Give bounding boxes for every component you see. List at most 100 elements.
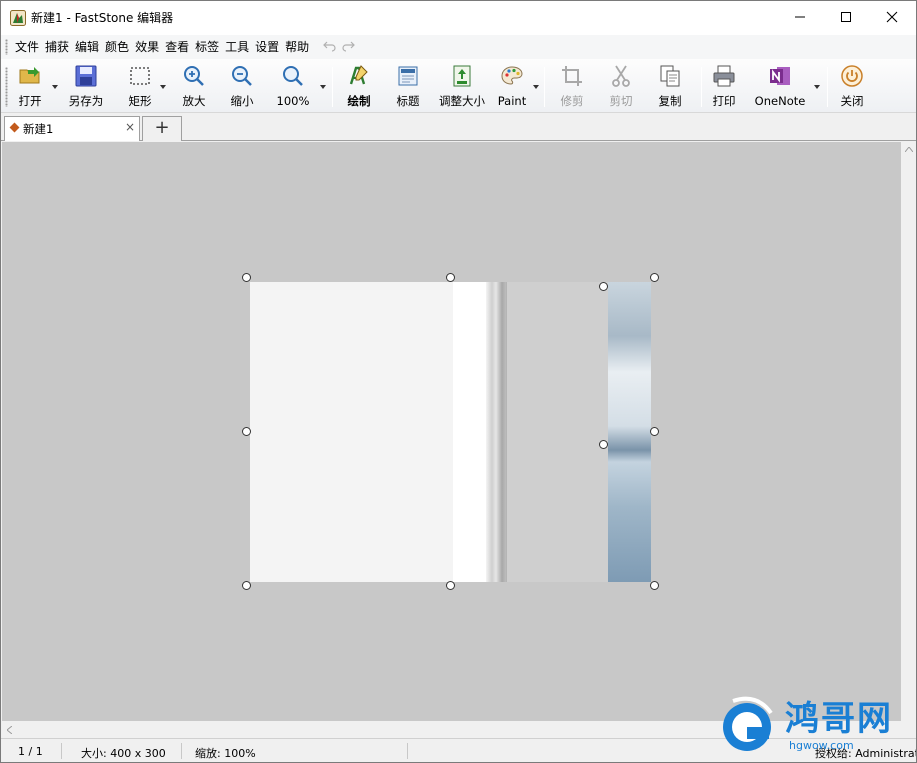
- cut-label: 剪切: [609, 94, 633, 108]
- resize-handle-top[interactable]: [446, 273, 455, 282]
- resize-handle-right[interactable]: [650, 427, 659, 436]
- resize-button[interactable]: 调整大小: [437, 62, 487, 110]
- menu-view[interactable]: 查看: [162, 37, 192, 57]
- paint-palette-icon: [501, 66, 523, 85]
- close-button[interactable]: [869, 1, 915, 33]
- close-tool-label: 关闭: [840, 94, 864, 108]
- menu-edit[interactable]: 编辑: [72, 37, 102, 57]
- resize-handle-bottom-left[interactable]: [242, 581, 251, 590]
- rectangle-select-button[interactable]: 矩形: [123, 62, 157, 110]
- redo-button[interactable]: [340, 37, 358, 57]
- open-button[interactable]: 打开: [13, 62, 47, 110]
- caption-label: 标题: [396, 94, 420, 108]
- paint-button[interactable]: Paint: [495, 62, 529, 110]
- dropdown-arrow-icon: [320, 85, 326, 89]
- tab-bar: 新建1 × +: [1, 113, 916, 141]
- zoom-dropdown[interactable]: [319, 83, 327, 91]
- toolbar-grip: [5, 67, 8, 107]
- resize-handle-top-right[interactable]: [650, 273, 659, 282]
- menu-tools[interactable]: 工具: [222, 37, 252, 57]
- resize-handle-bottom-right[interactable]: [650, 581, 659, 590]
- onenote-button[interactable]: OneNote: [753, 62, 807, 110]
- chevron-left-icon: [7, 725, 12, 734]
- menu-effects[interactable]: 效果: [132, 37, 162, 57]
- print-button[interactable]: 打印: [707, 62, 741, 110]
- copy-icon: [660, 65, 680, 87]
- crop-button[interactable]: 修剪: [555, 62, 589, 110]
- crop-label: 修剪: [560, 94, 584, 108]
- resize-icon: [453, 65, 471, 87]
- magnifier-icon: [283, 66, 303, 86]
- open-folder-icon: [19, 67, 40, 84]
- undo-button[interactable]: [320, 37, 338, 57]
- rectangle-dropdown[interactable]: [159, 83, 167, 91]
- copy-button[interactable]: 复制: [653, 62, 687, 110]
- zoom-in-button[interactable]: 放大: [177, 62, 211, 110]
- maximize-button[interactable]: [823, 1, 869, 33]
- paint-dropdown[interactable]: [532, 83, 540, 91]
- zoom-in-label: 放大: [182, 94, 206, 108]
- resize-handle-top-left[interactable]: [242, 273, 251, 282]
- undo-icon: [323, 41, 336, 52]
- menu-settings[interactable]: 设置: [252, 37, 282, 57]
- tab-close-button[interactable]: ×: [124, 120, 136, 134]
- tab-marker-icon: [9, 122, 20, 133]
- draw-pen-icon: [349, 65, 368, 85]
- image-sea-strip: [608, 282, 651, 582]
- menu-capture[interactable]: 捕获: [42, 37, 72, 57]
- rectangle-select-icon: [130, 67, 150, 85]
- cut-button[interactable]: 剪切: [604, 62, 638, 110]
- draw-label: 绘制: [347, 94, 371, 108]
- watermark-text: 鸿哥网: [785, 699, 893, 739]
- object-handle-middle[interactable]: [599, 440, 608, 449]
- caption-button[interactable]: 标题: [391, 62, 425, 110]
- menu-help[interactable]: 帮助: [282, 37, 312, 57]
- scissors-icon: [612, 65, 630, 87]
- dropdown-arrow-icon: [814, 85, 820, 89]
- onenote-dropdown[interactable]: [813, 83, 821, 91]
- status-separator: [407, 743, 408, 759]
- object-handle-top[interactable]: [599, 282, 608, 291]
- minimize-icon: [795, 16, 805, 18]
- status-page: 1 / 1: [18, 745, 43, 758]
- printer-icon: [713, 65, 735, 87]
- title-bar: 新建1 - FastStone 编辑器: [1, 1, 916, 35]
- resize-handle-bottom[interactable]: [446, 581, 455, 590]
- zoom-level-label: 100%: [276, 94, 310, 108]
- menu-color[interactable]: 颜色: [102, 37, 132, 57]
- scroll-left-button[interactable]: [2, 721, 17, 738]
- crop-icon: [562, 66, 582, 86]
- maximize-icon: [841, 12, 851, 22]
- zoom-out-icon: [232, 66, 252, 86]
- menu-bar: 文件 捕获 编辑 颜色 效果 查看 标签 工具 设置 帮助: [1, 35, 916, 59]
- copy-label: 复制: [658, 94, 682, 108]
- site-watermark: 鸿哥网 hgwow.com: [717, 695, 916, 755]
- draw-button[interactable]: 绘制: [341, 62, 377, 110]
- open-dropdown[interactable]: [51, 83, 59, 91]
- status-size: 大小: 400 x 300: [81, 747, 166, 760]
- tab-document[interactable]: 新建1 ×: [4, 116, 140, 141]
- menu-tags[interactable]: 标签: [192, 37, 222, 57]
- edited-image[interactable]: [250, 282, 651, 582]
- save-as-button[interactable]: 另存为: [65, 62, 107, 110]
- zoom-level-button[interactable]: 100%: [275, 62, 311, 110]
- minimize-button[interactable]: [777, 1, 823, 33]
- toolbar-separator: [544, 67, 545, 107]
- zoom-out-button[interactable]: 缩小: [225, 62, 259, 110]
- redo-icon: [342, 41, 356, 52]
- save-as-label: 另存为: [68, 94, 104, 108]
- zoom-in-icon: [184, 66, 204, 86]
- menu-file[interactable]: 文件: [12, 37, 42, 57]
- resize-handle-left[interactable]: [242, 427, 251, 436]
- image-right-panel: [506, 282, 608, 582]
- caption-icon: [398, 66, 418, 86]
- scroll-up-button[interactable]: [901, 142, 916, 157]
- new-tab-button[interactable]: +: [142, 116, 182, 141]
- close-tool-button[interactable]: 关闭: [835, 62, 869, 110]
- toolbar-separator: [701, 67, 702, 107]
- rectangle-label: 矩形: [128, 94, 152, 108]
- vertical-scrollbar[interactable]: [901, 142, 916, 721]
- onenote-label: OneNote: [754, 94, 806, 108]
- zoom-out-label: 缩小: [230, 94, 254, 108]
- status-separator: [181, 743, 182, 759]
